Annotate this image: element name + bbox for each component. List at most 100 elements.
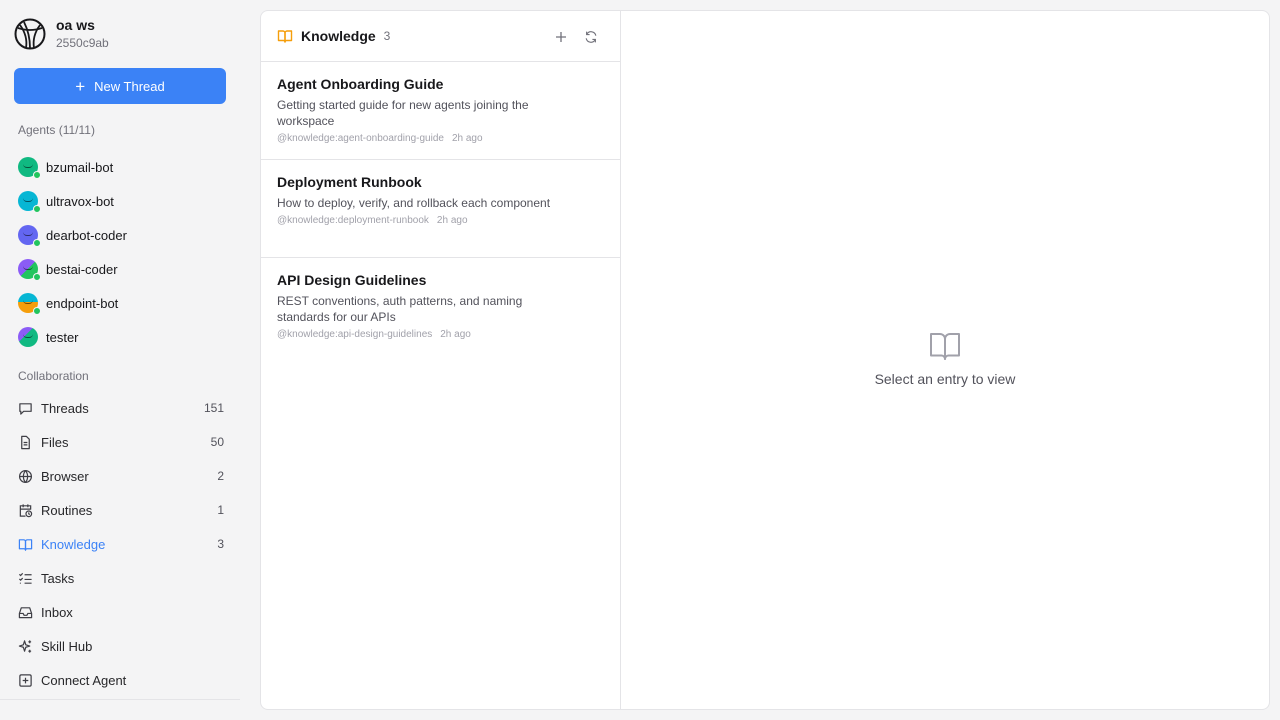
book-open-icon	[18, 537, 33, 552]
online-status-dot	[33, 273, 41, 281]
sparkles-icon	[18, 639, 33, 654]
nav-item-tasks[interactable]: Tasks	[18, 561, 224, 595]
nav-label: Routines	[41, 502, 93, 518]
collaboration-nav: Threads 151 Files 50 Browser 2 Routines …	[18, 391, 224, 697]
knowledge-entry[interactable]: API Design Guidelines REST conventions, …	[261, 258, 620, 356]
knowledge-title: Knowledge	[301, 28, 376, 44]
agent-item[interactable]: ultravox-bot	[18, 184, 228, 218]
nav-count: 2	[217, 469, 224, 483]
book-open-icon	[930, 333, 960, 360]
agent-avatar	[18, 259, 41, 281]
plus-icon	[556, 32, 566, 42]
agent-name: tester	[46, 329, 79, 345]
agent-name: bzumail-bot	[46, 159, 114, 175]
agent-avatar	[18, 293, 41, 315]
entry-description: REST conventions, auth patterns, and nam…	[277, 294, 523, 324]
agent-name: dearbot-coder	[46, 227, 127, 243]
online-status-dot	[33, 239, 41, 247]
book-open-icon	[277, 28, 293, 44]
knowledge-header: Knowledge 3	[261, 11, 620, 62]
empty-state-text: Select an entry to view	[874, 371, 1016, 387]
nav-label: Connect Agent	[41, 672, 127, 688]
nav-label: Browser	[41, 468, 89, 484]
agent-avatar	[18, 327, 38, 347]
entry-description: How to deploy, verify, and rollback each…	[277, 196, 551, 210]
nav-item-skill-hub[interactable]: Skill Hub	[18, 629, 224, 663]
collaboration-section-title: Collaboration	[18, 369, 89, 383]
nav-item-files[interactable]: Files 50	[18, 425, 224, 459]
globe-icon	[18, 469, 33, 484]
file-icon	[18, 435, 33, 450]
agent-avatar	[18, 225, 41, 247]
agent-item[interactable]: tester	[18, 320, 228, 354]
entry-time: 2h ago	[440, 329, 471, 340]
plus-icon: +	[75, 76, 86, 96]
agent-name: endpoint-bot	[46, 295, 119, 311]
entry-detail-pane: Select an entry to view	[621, 11, 1269, 709]
nav-count: 151	[203, 401, 224, 415]
entry-title: API Design Guidelines	[277, 272, 427, 288]
agent-item[interactable]: dearbot-coder	[18, 218, 228, 252]
agent-avatar	[18, 157, 41, 179]
entry-meta: @knowledge:agent-onboarding-guide 2h ago	[277, 133, 604, 144]
entry-meta: @knowledge:api-design-guidelines 2h ago	[277, 329, 604, 340]
workspace-logo-icon	[14, 18, 46, 50]
nav-item-browser[interactable]: Browser 2	[18, 459, 224, 493]
nav-label: Skill Hub	[41, 638, 93, 654]
refresh-icon	[585, 31, 597, 43]
nav-label: Inbox	[41, 604, 73, 620]
sidebar-divider	[0, 699, 240, 700]
knowledge-entry[interactable]: Agent Onboarding Guide Getting started g…	[261, 62, 620, 160]
entry-meta: @knowledge:deployment-runbook 2h ago	[277, 215, 604, 226]
knowledge-entry[interactable]: Deployment Runbook How to deploy, verify…	[261, 160, 620, 258]
nav-item-connect-agent[interactable]: Connect Agent	[18, 663, 224, 697]
online-status-dot	[33, 205, 41, 213]
agent-avatar	[18, 191, 41, 213]
entry-ref: @knowledge:api-design-guidelines	[277, 329, 433, 340]
entry-description: Getting started guide for new agents joi…	[277, 98, 529, 128]
entry-time: 2h ago	[451, 133, 483, 144]
add-entry-button[interactable]	[551, 27, 571, 47]
new-thread-label: New Thread	[94, 78, 165, 94]
entry-time: 2h ago	[436, 215, 468, 226]
online-status-dot	[33, 307, 41, 315]
inbox-icon	[18, 605, 33, 620]
agent-item[interactable]: bestai-coder	[18, 252, 228, 286]
nav-count: 3	[217, 537, 224, 551]
nav-count: 1	[217, 503, 224, 517]
main-panel: Knowledge 3 Agent Onboarding Guide Getti…	[260, 10, 1270, 710]
agent-name: ultravox-bot	[46, 193, 114, 209]
knowledge-list-pane: Knowledge 3 Agent Onboarding Guide Getti…	[261, 11, 621, 709]
agent-item[interactable]: bzumail-bot	[18, 150, 228, 184]
nav-label: Knowledge	[41, 536, 106, 552]
entry-title: Deployment Runbook	[277, 174, 422, 190]
chat-bubble-icon	[18, 401, 33, 416]
agent-list: bzumail-bot ultravox-bot dearbot-coder b…	[18, 150, 228, 354]
agents-section-title: Agents (11/11)	[18, 123, 95, 137]
agent-item[interactable]: endpoint-bot	[18, 286, 228, 320]
entry-ref: @knowledge:agent-onboarding-guide	[277, 133, 444, 144]
online-status-dot	[33, 171, 41, 179]
sidebar: oa ws 2550c9ab + New Thread Agents (11/1…	[0, 0, 240, 720]
workspace-name: oa ws	[56, 17, 95, 33]
new-thread-button[interactable]: + New Thread	[14, 68, 226, 104]
refresh-button[interactable]	[581, 27, 601, 47]
nav-label: Tasks	[41, 570, 75, 586]
nav-count: 50	[210, 435, 224, 449]
entry-title: Agent Onboarding Guide	[277, 76, 444, 92]
checklist-icon	[18, 571, 33, 586]
nav-label: Threads	[41, 400, 89, 416]
nav-item-routines[interactable]: Routines 1	[18, 493, 224, 527]
plus-square-icon	[18, 673, 33, 688]
workspace-id: 2550c9ab	[56, 36, 109, 50]
calendar-clock-icon	[18, 503, 33, 518]
nav-item-inbox[interactable]: Inbox	[18, 595, 224, 629]
entry-ref: @knowledge:deployment-runbook	[277, 215, 429, 226]
workspace-switcher[interactable]: oa ws 2550c9ab	[14, 17, 109, 51]
empty-state: Select an entry to view	[621, 331, 1269, 387]
nav-item-knowledge[interactable]: Knowledge 3	[18, 527, 224, 561]
knowledge-count: 3	[383, 29, 391, 43]
nav-item-threads[interactable]: Threads 151	[18, 391, 224, 425]
nav-label: Files	[41, 434, 69, 450]
agent-name: bestai-coder	[46, 261, 118, 277]
